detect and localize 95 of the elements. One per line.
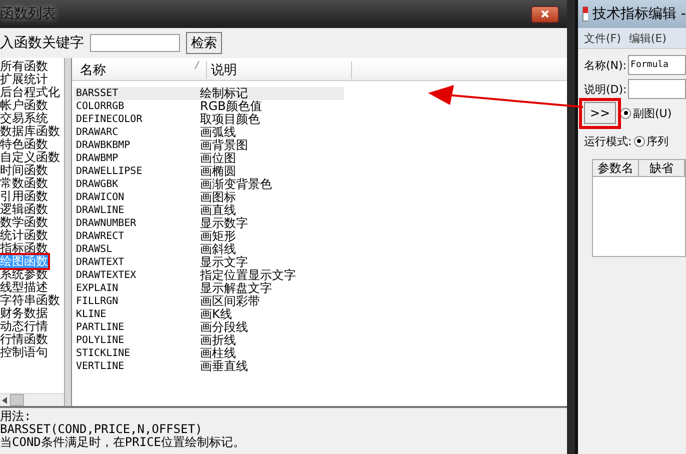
function-description: 画柱线 — [200, 347, 236, 360]
app-icon — [582, 6, 588, 22]
highlight-frame — [579, 98, 621, 129]
horizontal-scrollbar[interactable] — [0, 393, 64, 406]
function-name[interactable]: STICKLINE — [74, 347, 200, 360]
sequence-radio[interactable]: 序列 — [634, 134, 669, 148]
function-name[interactable]: DRAWTEXTEX — [74, 269, 200, 282]
category-item[interactable]: 常数函数 — [0, 177, 64, 190]
function-name[interactable]: FILLRGN — [74, 295, 200, 308]
category-item[interactable]: 财务数据 — [0, 307, 64, 320]
function-name[interactable]: DRAWRECT — [74, 230, 200, 243]
category-item[interactable]: 指标函数 — [0, 242, 64, 255]
category-item[interactable]: 帐户函数 — [0, 99, 64, 112]
category-item[interactable]: 交易系统 — [0, 112, 64, 125]
column-header[interactable]: 说明 — [207, 61, 352, 79]
function-name[interactable]: DRAWNUMBER — [74, 217, 200, 230]
function-name[interactable]: COLORRGB — [74, 100, 200, 113]
function-name[interactable]: DEFINECOLOR — [74, 113, 200, 126]
function-name[interactable]: DRAWBKBMP — [74, 139, 200, 152]
function-name[interactable]: POLYLINE — [74, 334, 200, 347]
window-title: 函数列表 — [0, 5, 56, 23]
function-name[interactable]: DRAWELLIPSE — [74, 165, 200, 178]
function-name[interactable]: PARTLINE — [74, 321, 200, 334]
category-item[interactable]: 控制语句 — [0, 346, 64, 359]
function-description: RGB颜色值 — [200, 100, 262, 113]
function-description: 画K线 — [200, 308, 232, 321]
function-description: 画直线 — [200, 204, 236, 217]
category-item[interactable]: 自定义函数 — [0, 151, 64, 164]
usage-text: BARSSET(COND,PRICE,N,OFFSET) — [0, 423, 204, 436]
category-item[interactable]: 引用函数 — [0, 190, 64, 203]
function-description: 画椭圆 — [200, 165, 236, 178]
function-description: 画斜线 — [200, 243, 236, 256]
function-name[interactable]: DRAWSL — [74, 243, 200, 256]
category-item[interactable]: 统计函数 — [0, 229, 64, 242]
category-item[interactable]: 线型描述 — [0, 281, 64, 294]
function-description: 显示数字 — [200, 217, 248, 230]
search-field[interactable] — [90, 34, 180, 52]
function-name[interactable]: EXPLAIN — [74, 282, 200, 295]
function-name[interactable]: DRAWICON — [74, 191, 200, 204]
description-field[interactable] — [628, 79, 686, 99]
function-description: 显示文字 — [200, 256, 248, 269]
function-description: 取项目颜色 — [200, 113, 260, 126]
menu-item[interactable]: 文件(F) — [584, 30, 621, 46]
category-item[interactable]: 扩展统计 — [0, 73, 64, 86]
function-description: 画渐变背景色 — [200, 178, 272, 191]
window-title: 技术指标编辑 - — [592, 5, 686, 23]
name-field[interactable]: Formula — [628, 55, 686, 75]
expand-button[interactable]: >> — [584, 102, 616, 124]
category-item[interactable]: 后台程式化 — [0, 86, 64, 99]
splitter[interactable] — [65, 58, 72, 406]
category-item[interactable]: 行情函数 — [0, 333, 64, 346]
category-item[interactable]: 时间函数 — [0, 164, 64, 177]
column-header[interactable]: 参数名 — [593, 160, 639, 176]
function-description: 画位图 — [200, 152, 236, 165]
category-item[interactable]: 数据库函数 — [0, 125, 64, 138]
function-description: 画分段线 — [200, 321, 248, 334]
sort-icon — [194, 61, 200, 69]
subchart-radio[interactable]: 副图(U) — [620, 106, 672, 120]
function-description: 画弧线 — [200, 126, 236, 139]
function-description: 画垂直线 — [200, 360, 248, 373]
close-button[interactable] — [531, 6, 559, 22]
close-icon — [541, 10, 549, 18]
usage-text: 当COND条件满足时，在PRICE位置绘制标记。 — [0, 436, 246, 449]
name-label: 名称(N): — [584, 58, 627, 72]
function-description: 指定位置显示文字 — [200, 269, 296, 282]
category-item[interactable]: 字符串函数 — [0, 294, 64, 307]
function-description: 绘制标记 — [200, 87, 248, 100]
column-header[interactable]: 缺省 — [639, 160, 685, 176]
function-description: 画折线 — [200, 334, 236, 347]
scroll-left-icon — [2, 396, 7, 404]
function-name[interactable]: DRAWTEXT — [74, 256, 200, 269]
description-label: 说明(D): — [584, 82, 627, 96]
category-item[interactable]: 逻辑函数 — [0, 203, 64, 216]
mode-label: 运行模式: — [584, 134, 632, 148]
function-name[interactable]: KLINE — [74, 308, 200, 321]
function-description: 画区间彩带 — [200, 295, 260, 308]
function-name[interactable]: DRAWLINE — [74, 204, 200, 217]
column-header[interactable]: 名称 — [72, 61, 207, 79]
function-name[interactable]: VERTLINE — [74, 360, 200, 373]
category-item[interactable]: 数学函数 — [0, 216, 64, 229]
category-item[interactable]: 特色函数 — [0, 138, 64, 151]
function-description: 显示解盘文字 — [200, 282, 272, 295]
function-description: 画图标 — [200, 191, 236, 204]
usage-text: 用法: — [0, 410, 32, 423]
category-item[interactable]: 动态行情 — [0, 320, 64, 333]
function-name[interactable]: DRAWBMP — [74, 152, 200, 165]
function-description: 画矩形 — [200, 230, 236, 243]
function-description: 画背景图 — [200, 139, 248, 152]
menu-item[interactable]: 编辑(E) — [628, 30, 666, 46]
function-name[interactable]: BARSSET — [74, 87, 200, 100]
category-item[interactable]: 所有函数 — [0, 60, 64, 73]
function-name[interactable]: DRAWARC — [74, 126, 200, 139]
search-button[interactable]: 检索 — [186, 32, 222, 54]
function-name[interactable]: DRAWGBK — [74, 178, 200, 191]
search-label: 入函数关键字 — [0, 34, 84, 52]
